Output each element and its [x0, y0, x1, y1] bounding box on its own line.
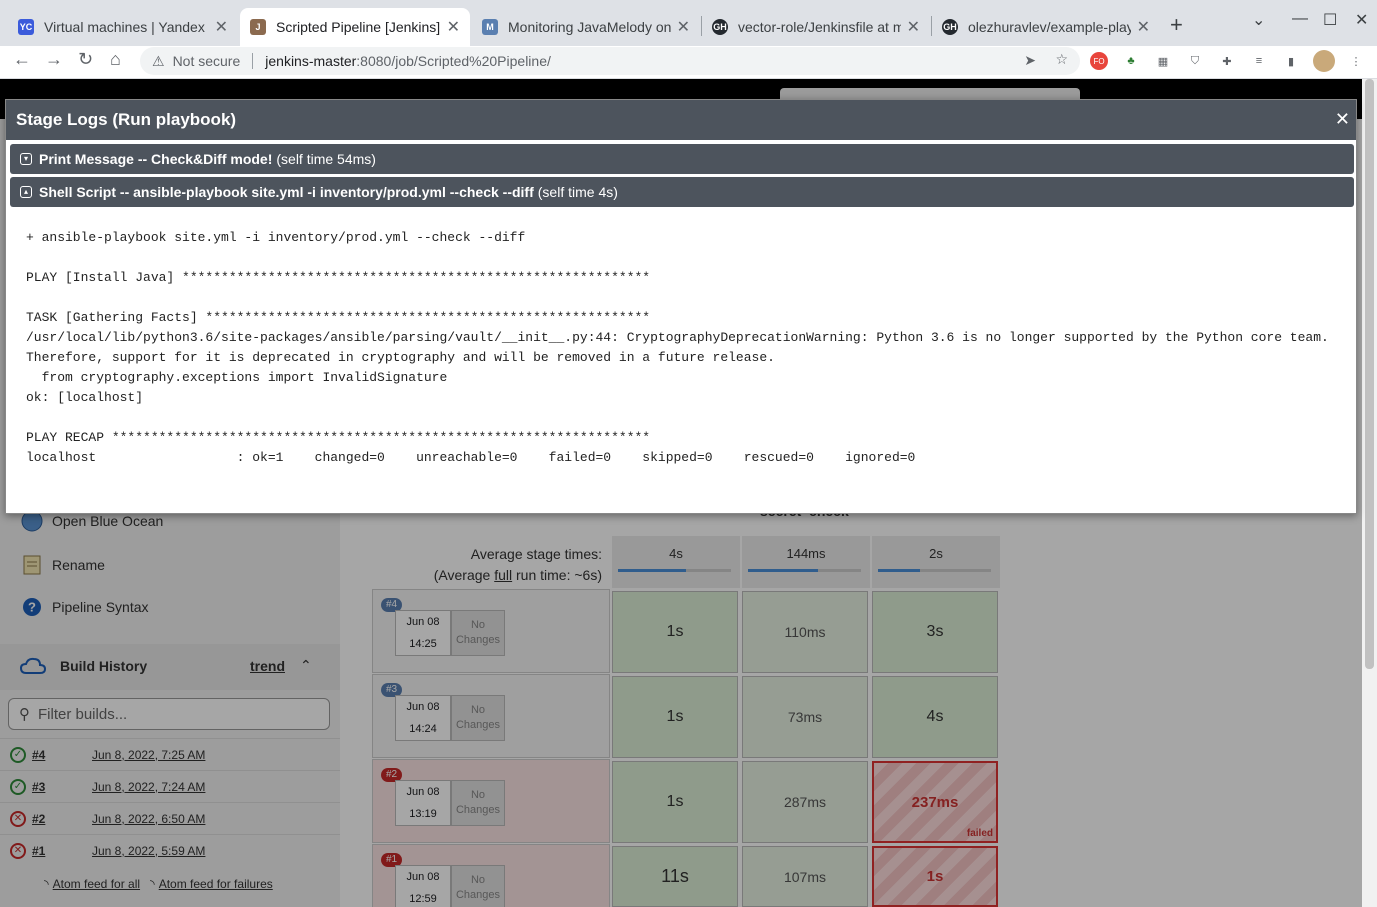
dialog-title: Stage Logs (Run playbook) [16, 110, 237, 129]
maximize-icon[interactable]: ☐ [1323, 10, 1337, 30]
jenkins-favicon-icon: J [250, 19, 266, 35]
browser-tab-active[interactable]: J Scripted Pipeline [Jenkins] ✕ [240, 8, 470, 46]
log-section-shell-script[interactable]: ▴ Shell Script -- ansible-playbook site.… [10, 177, 1354, 207]
extension-shield-icon[interactable]: ⛉ [1186, 52, 1204, 70]
tab-search-chevron-icon[interactable]: ⌄ [1252, 10, 1265, 30]
tab-title: Virtual machines | Yandex Cl [44, 19, 209, 35]
log-section-time: (self time 4s) [537, 184, 618, 200]
yandex-cloud-favicon-icon: YC [18, 19, 34, 35]
minimize-icon[interactable]: — [1292, 10, 1308, 28]
url-host: jenkins-master [265, 53, 357, 69]
github-favicon-icon: GH [942, 19, 958, 35]
console-output: + ansible-playbook site.yml -i inventory… [10, 208, 1354, 508]
close-tab-icon[interactable]: ✕ [447, 17, 460, 37]
url-path: :8080/job/Scripted%20Pipeline/ [356, 53, 551, 69]
close-tab-icon[interactable]: ✕ [215, 17, 228, 37]
browser-toolbar: ← → ↻ ⌂ ⚠ Not secure jenkins-master:8080… [0, 46, 1377, 79]
expand-toggle-icon[interactable]: ▾ [20, 153, 32, 165]
send-icon[interactable]: ➤ [1024, 52, 1036, 69]
warning-triangle-icon: ⚠ [152, 52, 165, 69]
new-tab-icon[interactable]: + [1170, 12, 1183, 38]
browser-tab-strip: YC Virtual machines | Yandex Cl ✕ J Scri… [0, 0, 1377, 46]
tab-title: olezhuravlev/example-playb [968, 19, 1131, 35]
bookmark-star-icon[interactable]: ☆ [1055, 51, 1068, 68]
address-bar[interactable]: ⚠ Not secure jenkins-master:8080/job/Scr… [140, 47, 1080, 75]
tab-title: vector-role/Jenkinsfile at ma [738, 19, 901, 35]
close-tab-icon[interactable]: ✕ [907, 17, 920, 37]
tab-title: Scripted Pipeline [Jenkins] [276, 19, 441, 35]
log-section-print-message[interactable]: ▾ Print Message -- Check&Diff mode! (sel… [10, 144, 1354, 174]
extensions-puzzle-icon[interactable]: ✚ [1218, 52, 1236, 70]
more-menu-icon[interactable]: ⋮ [1347, 52, 1365, 70]
extension-red-icon[interactable]: FO [1090, 52, 1108, 70]
reload-icon[interactable]: ↻ [78, 49, 93, 70]
back-arrow-icon[interactable]: ← [13, 49, 31, 70]
close-tab-icon[interactable]: ✕ [1137, 17, 1150, 37]
browser-tab[interactable]: YC Virtual machines | Yandex Cl ✕ [8, 8, 238, 46]
page-scrollbar[interactable] [1362, 79, 1377, 907]
extension-puzzle-green-icon[interactable]: ♣ [1122, 52, 1140, 70]
javamelody-favicon-icon: M [482, 19, 498, 35]
dialog-header: Stage Logs (Run playbook) ✕ [6, 100, 1356, 140]
log-section-label: Shell Script -- ansible-playbook site.ym… [39, 184, 534, 200]
github-favicon-icon: GH [712, 19, 728, 35]
extension-grid-icon[interactable]: ▦ [1154, 52, 1172, 70]
browser-tab[interactable]: M Monitoring JavaMelody on _je ✕ [472, 8, 700, 46]
close-window-icon[interactable]: ✕ [1355, 10, 1368, 30]
log-section-time: (self time 54ms) [276, 151, 376, 167]
close-tab-icon[interactable]: ✕ [677, 17, 690, 37]
stage-logs-dialog: Stage Logs (Run playbook) ✕ ▾ Print Mess… [5, 99, 1357, 514]
scrollbar-thumb[interactable] [1365, 79, 1374, 669]
side-panel-icon[interactable]: ▮ [1282, 52, 1300, 70]
security-label: Not secure [172, 53, 241, 69]
close-icon[interactable]: ✕ [1335, 109, 1350, 130]
home-icon[interactable]: ⌂ [110, 49, 121, 70]
forward-arrow-icon[interactable]: → [45, 49, 63, 70]
browser-tab[interactable]: GH olezhuravlev/example-playb ✕ [932, 8, 1160, 46]
log-section-label: Print Message -- Check&Diff mode! [39, 151, 273, 167]
browser-tab[interactable]: GH vector-role/Jenkinsfile at ma ✕ [702, 8, 930, 46]
profile-avatar[interactable] [1313, 50, 1335, 72]
tab-title: Monitoring JavaMelody on _je [508, 19, 671, 35]
media-queue-icon[interactable]: ≡ [1250, 52, 1268, 70]
collapse-toggle-icon[interactable]: ▴ [20, 186, 32, 198]
